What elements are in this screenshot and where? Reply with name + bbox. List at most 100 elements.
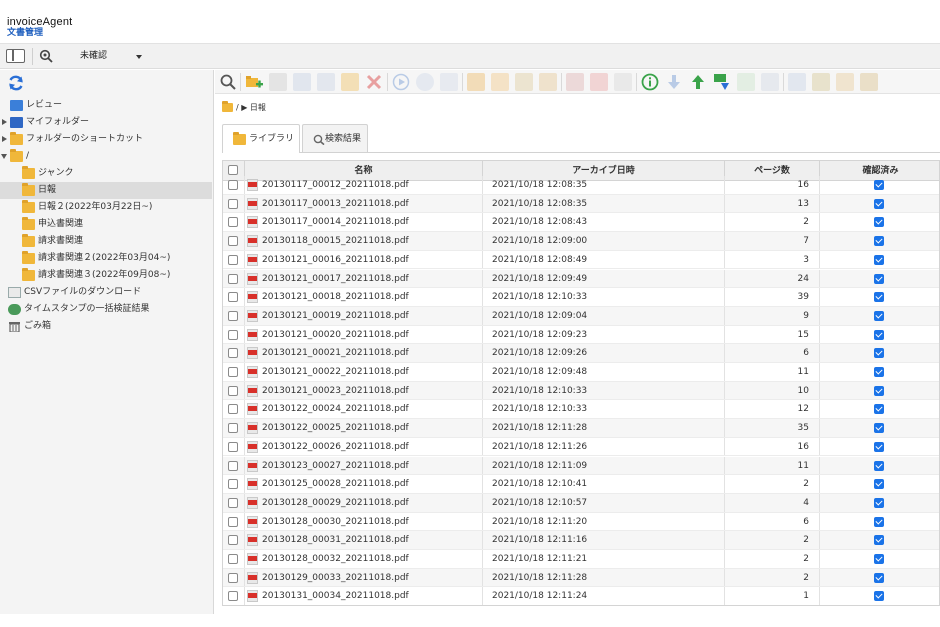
sidebar-item-daily-report-2[interactable]: 日報２(2022年03月22日~) [0,199,212,216]
confirmed-checkbox[interactable] [874,554,884,564]
row-checkbox[interactable] [228,385,238,396]
table-row[interactable]: 20130128_00030_20211018.pdf 2021/10/18 12… [223,512,939,532]
table-row[interactable]: 20130121_00021_20211018.pdf 2021/10/18 12… [223,344,939,363]
row-checkbox[interactable] [228,497,238,508]
sidebar-item-review[interactable]: レビュー [0,97,212,114]
confirmed-checkbox[interactable] [874,367,884,377]
table-row[interactable]: 20130117_00013_20211018.pdf 2021/10/18 12… [223,194,939,214]
file-name-cell[interactable]: 20130128_00030_20211018.pdf [245,512,483,531]
copy-icon[interactable] [317,73,335,91]
table-row[interactable]: 20130117_00014_20211018.pdf 2021/10/18 12… [223,213,939,233]
table-row[interactable]: 20130125_00028_20211018.pdf 2021/10/18 12… [223,475,939,494]
table-row[interactable]: 20130117_00012_20211018.pdf 2021/10/18 12… [223,176,939,195]
list-view-icon[interactable] [812,73,830,91]
confirmed-checkbox[interactable] [874,460,884,471]
table-row[interactable]: 20130121_00018_20211018.pdf 2021/10/18 12… [223,288,939,307]
note-icon[interactable] [614,73,632,91]
table-row[interactable]: 20130121_00019_20211018.pdf 2021/10/18 12… [223,306,939,326]
confirmed-checkbox[interactable] [874,217,884,228]
sidebar-item-daily-report[interactable]: 日報 [0,182,212,199]
table-row[interactable]: 20130121_00016_20211018.pdf 2021/10/18 12… [223,250,939,270]
row-checkbox[interactable] [228,441,238,452]
row-checkbox[interactable] [228,591,238,602]
confirmed-checkbox[interactable] [874,236,884,247]
file-name-cell[interactable]: 20130121_00018_20211018.pdf [245,288,483,306]
confirmed-checkbox[interactable] [874,479,884,490]
sidebar-item-my-folder[interactable]: マイフォルダー [0,114,212,131]
search-icon[interactable] [219,73,237,91]
confirmed-checkbox[interactable] [874,516,884,527]
file-name-cell[interactable]: 20130117_00013_20211018.pdf [245,194,483,213]
sidebar-item-invoice-3[interactable]: 請求書関連３(2022年09月08~) [0,267,212,284]
confirmed-checkbox[interactable] [874,348,884,359]
arrow-down-icon[interactable] [665,73,683,91]
file-name-cell[interactable]: 20130122_00024_20211018.pdf [245,400,483,419]
text-icon[interactable] [515,73,533,91]
table-row[interactable]: 20130122_00025_20211018.pdf 2021/10/18 12… [223,419,939,438]
table-row[interactable]: 20130123_00027_20211018.pdf 2021/10/18 12… [223,456,939,476]
export-icon[interactable] [761,73,779,91]
confirmed-checkbox[interactable] [874,385,884,396]
confirmed-checkbox[interactable] [874,591,884,602]
settings-icon[interactable] [416,73,434,91]
breadcrumb-path[interactable]: / ▶ 日報 [236,101,266,115]
row-checkbox[interactable] [228,217,238,228]
row-checkbox[interactable] [228,198,238,209]
folder-action-icon[interactable] [341,73,359,91]
confirmed-checkbox[interactable] [874,404,884,415]
table-row[interactable]: 20130131_00034_20211018.pdf 2021/10/18 12… [223,587,939,605]
sidebar-item-application[interactable]: 申込書関連 [0,216,212,233]
file-name-cell[interactable]: 20130117_00014_20211018.pdf [245,213,483,232]
confirmed-checkbox[interactable] [874,292,884,303]
file-name-cell[interactable]: 20130125_00028_20211018.pdf [245,475,483,493]
file-name-cell[interactable]: 20130121_00016_20211018.pdf [245,250,483,269]
sidebar-item-timestamp-verify[interactable]: タイムスタンプの一括検証結果 [0,301,212,318]
table-row[interactable]: 20130122_00024_20211018.pdf 2021/10/18 12… [223,400,939,420]
row-checkbox[interactable] [228,479,238,490]
print-icon[interactable] [788,73,806,91]
file-name-cell[interactable]: 20130121_00022_20211018.pdf [245,363,483,381]
confirmed-checkbox[interactable] [874,441,884,452]
table-row[interactable]: 20130128_00031_20211018.pdf 2021/10/18 12… [223,531,939,550]
delete-icon[interactable] [365,73,383,91]
sidebar-item-root[interactable]: / [0,148,212,165]
row-checkbox[interactable] [228,310,238,321]
chevron-down-icon[interactable] [1,154,7,159]
table-row[interactable]: 20130121_00017_20211018.pdf 2021/10/18 12… [223,269,939,289]
row-checkbox[interactable] [228,254,238,265]
tab-search-results[interactable]: 検索結果 [302,124,368,152]
table-row[interactable]: 20130121_00023_20211018.pdf 2021/10/18 12… [223,381,939,401]
file-name-cell[interactable]: 20130121_00020_20211018.pdf [245,325,483,344]
panel-toggle-icon[interactable] [6,49,25,63]
confirmed-checkbox[interactable] [874,273,884,284]
file-name-cell[interactable]: 20130131_00034_20211018.pdf [245,587,483,605]
row-checkbox[interactable] [228,348,238,359]
table-row[interactable]: 20130128_00029_20211018.pdf 2021/10/18 12… [223,493,939,513]
edit-icon[interactable] [491,73,509,91]
scan-icon[interactable] [440,73,458,91]
table-row[interactable]: 20130129_00033_20211018.pdf 2021/10/18 12… [223,568,939,588]
file-name-cell[interactable]: 20130123_00027_20211018.pdf [245,456,483,475]
confirmed-checkbox[interactable] [874,329,884,340]
tab-library[interactable]: ライブラリ [222,124,300,153]
refresh-icon[interactable] [7,74,25,92]
table-row[interactable]: 20130118_00015_20211018.pdf 2021/10/18 12… [223,232,939,251]
stamp-icon[interactable] [539,73,557,91]
file-name-cell[interactable]: 20130129_00033_20211018.pdf [245,568,483,587]
confirmed-checkbox[interactable] [874,497,884,508]
status-filter-select[interactable]: 未確認 [74,47,146,66]
confirmed-checkbox[interactable] [874,198,884,209]
sidebar-item-trash[interactable]: ごみ箱 [0,318,212,335]
row-checkbox[interactable] [228,572,238,583]
file-name-cell[interactable]: 20130121_00017_20211018.pdf [245,269,483,288]
sidebar-item-folder-shortcut[interactable]: フォルダーのショートカット [0,131,212,148]
row-checkbox[interactable] [228,329,238,340]
sidebar-item-junk[interactable]: ジャンク [0,165,212,182]
sidebar-item-invoice[interactable]: 請求書関連 [0,233,212,250]
file-name-cell[interactable]: 20130121_00023_20211018.pdf [245,381,483,400]
select-all-checkbox[interactable] [228,165,238,175]
arrow-up-icon[interactable] [689,73,707,91]
row-checkbox[interactable] [228,423,238,434]
lock-icon[interactable] [467,73,485,91]
file-name-cell[interactable]: 20130121_00019_20211018.pdf [245,306,483,325]
